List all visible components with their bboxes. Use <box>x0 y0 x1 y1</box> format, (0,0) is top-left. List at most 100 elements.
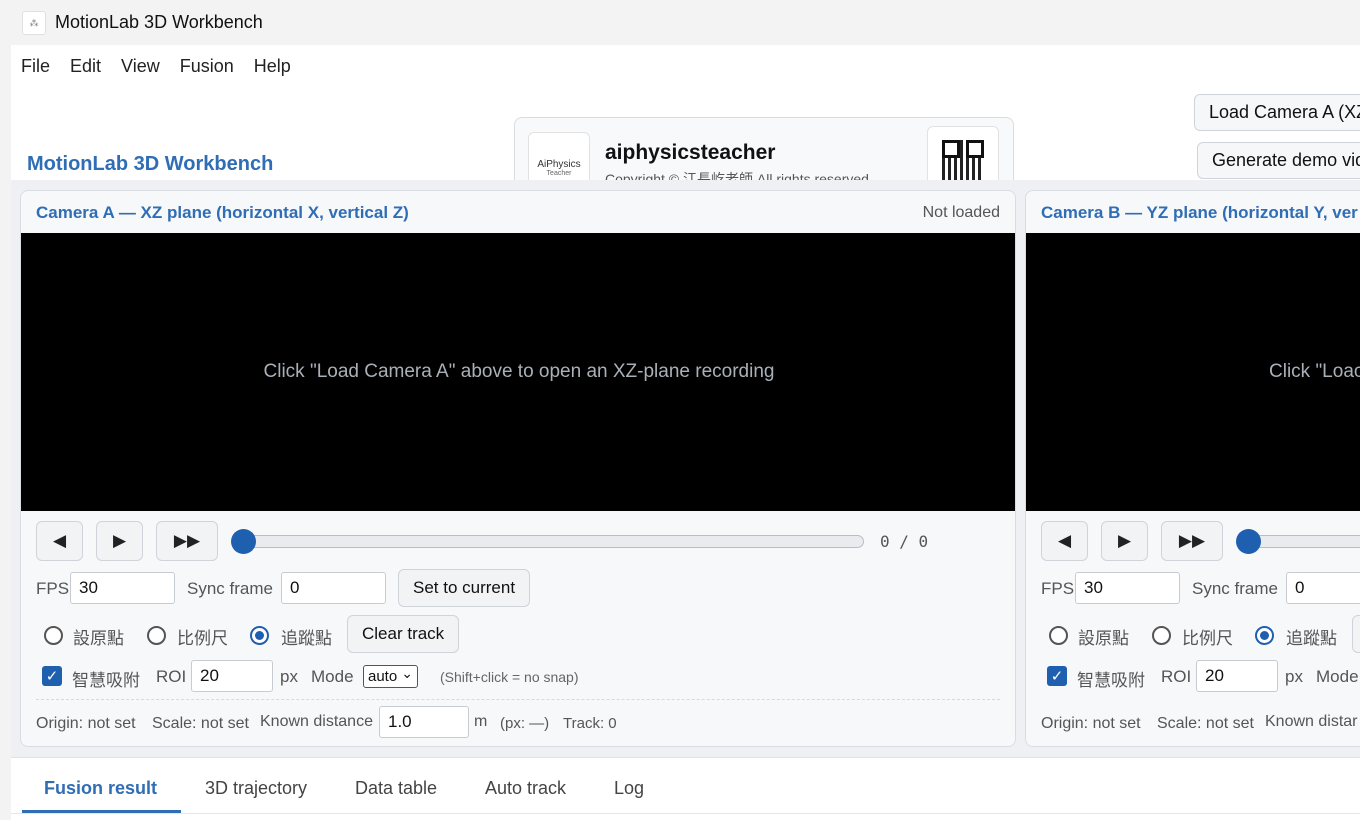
set-to-current-button[interactable]: Set to current <box>398 569 531 607</box>
camera-b-mode-track-label: 追蹤點 <box>1286 629 1337 648</box>
menu-fusion[interactable]: Fusion <box>170 56 244 77</box>
snap-mode-label: Mode <box>311 667 354 686</box>
camera-b-sync-frame-input[interactable]: 0 <box>1286 572 1360 604</box>
generate-demo-button[interactable]: Generate demo vid <box>1197 142 1360 179</box>
prev-icon: ◀ <box>1057 531 1072 550</box>
known-distance-input[interactable]: 1.0 <box>379 706 469 738</box>
smart-snap-checkbox[interactable]: ✓ <box>42 666 62 686</box>
camera-b-scale-status: Scale: not set <box>1157 715 1254 732</box>
px-readout: (px: —) <box>500 715 550 732</box>
menu-view[interactable]: View <box>111 56 170 77</box>
mode-scale-label: 比例尺 <box>177 629 228 648</box>
menu-edit[interactable]: Edit <box>60 56 111 77</box>
tab-3d-trajectory[interactable]: 3D trajectory <box>205 778 307 799</box>
known-distance-label: Known distance <box>260 713 373 730</box>
fps-label: FPS <box>36 579 70 598</box>
window-edge <box>0 45 11 820</box>
camera-b-mode-origin-label: 設原點 <box>1078 629 1129 648</box>
menu-bar: File Edit View Fusion Help <box>11 45 1360 87</box>
window-title: MotionLab 3D Workbench <box>55 12 263 32</box>
smart-snap-label: 智慧吸附 <box>72 671 140 690</box>
brand-copyright: Copyright © 江長屹老師 All rights reserved <box>605 171 869 180</box>
camera-a-status: Not loaded <box>922 204 1000 221</box>
camera-b-video[interactable]: Click "Loac <box>1026 233 1360 511</box>
mode-origin-label: 設原點 <box>73 629 124 648</box>
camera-a-title: Camera A — XZ plane (horizontal X, verti… <box>36 203 409 222</box>
camera-b-snap-mode-label: Mode <box>1316 667 1359 686</box>
camera-a-video[interactable]: Click "Load Camera A" above to open an X… <box>21 233 1015 511</box>
camera-a-video-hint: Click "Load Camera A" above to open an X… <box>263 361 775 382</box>
camera-b-frame-slider-thumb[interactable] <box>1236 529 1261 554</box>
camera-b-clear-track-button[interactable] <box>1352 615 1360 653</box>
play-button[interactable]: ▶ <box>96 521 143 561</box>
camera-b-video-hint: Click "Loac <box>1269 361 1360 382</box>
camera-b-mode-origin-radio[interactable] <box>1049 626 1068 645</box>
camera-b-origin-status: Origin: not set <box>1041 715 1141 732</box>
frame-counter: 0 / 0 <box>880 532 929 551</box>
clear-track-button[interactable]: Clear track <box>347 615 460 653</box>
camera-b-title: Camera B — YZ plane (horizontal Y, ver <box>1041 203 1358 222</box>
mode-track-label: 追蹤點 <box>281 629 332 648</box>
brand-card: AiPhysics Teacher aiphysicsteacher Copyr… <box>514 117 1014 180</box>
sync-frame-label: Sync frame <box>187 579 273 598</box>
mode-origin-radio[interactable] <box>44 626 63 645</box>
app-logo-icon: ⁂ <box>22 11 46 35</box>
next-frame-button[interactable]: ▶▶ <box>156 521 218 561</box>
menu-file[interactable]: File <box>11 56 60 77</box>
camera-a-panel: Camera A — XZ plane (horizontal X, verti… <box>20 190 1016 747</box>
brand-name: aiphysicsteacher <box>605 141 776 164</box>
camera-b-mode-track-radio[interactable] <box>1255 626 1274 645</box>
camera-b-smart-snap-checkbox[interactable]: ✓ <box>1047 666 1067 686</box>
track-count: Track: 0 <box>563 715 617 732</box>
camera-b-roi-unit-label: px <box>1285 667 1303 686</box>
play-icon: ▶ <box>1117 531 1132 550</box>
main-area: Camera A — XZ plane (horizontal X, verti… <box>11 180 1360 757</box>
mode-scale-radio[interactable] <box>147 626 166 645</box>
qr-code-icon <box>927 126 999 180</box>
camera-b-mode-scale-label: 比例尺 <box>1182 629 1233 648</box>
camera-b-next-frame-button[interactable]: ▶▶ <box>1161 521 1223 561</box>
camera-b-play-button[interactable]: ▶ <box>1101 521 1148 561</box>
tabs-divider <box>11 813 1360 814</box>
prev-frame-button[interactable]: ◀ <box>36 521 83 561</box>
play-icon: ▶ <box>112 531 127 550</box>
roi-input[interactable]: 20 <box>191 660 273 692</box>
camera-b-smart-snap-label: 智慧吸附 <box>1077 671 1145 690</box>
sync-frame-input[interactable]: 0 <box>281 572 386 604</box>
camera-b-roi-input[interactable]: 20 <box>1196 660 1278 692</box>
snap-mode-select[interactable]: auto ⌄ <box>363 665 418 688</box>
fps-input[interactable]: 30 <box>70 572 175 604</box>
brand-logo: AiPhysics Teacher <box>528 132 590 180</box>
tab-auto-track[interactable]: Auto track <box>485 778 566 799</box>
app-header: MotionLab 3D Workbench AiPhysics Teacher… <box>11 87 1360 180</box>
result-tabs: Fusion result 3D trajectory Data table A… <box>11 757 1360 820</box>
tab-fusion-result[interactable]: Fusion result <box>44 778 157 799</box>
fast-forward-icon: ▶▶ <box>1178 531 1206 550</box>
prev-icon: ◀ <box>52 531 67 550</box>
section-divider <box>36 699 1000 700</box>
camera-b-mode-scale-radio[interactable] <box>1152 626 1171 645</box>
mode-track-radio[interactable] <box>250 626 269 645</box>
camera-b-fps-input[interactable]: 30 <box>1075 572 1180 604</box>
brand-logo-line1: AiPhysics <box>537 159 581 170</box>
brand-logo-line2: Teacher <box>546 170 572 177</box>
menu-help[interactable]: Help <box>244 56 301 77</box>
scale-status: Scale: not set <box>152 715 249 732</box>
origin-status: Origin: not set <box>36 715 136 732</box>
roi-label: ROI <box>156 667 187 686</box>
camera-b-prev-frame-button[interactable]: ◀ <box>1041 521 1088 561</box>
snap-hint: (Shift+click = no snap) <box>440 669 579 685</box>
camera-b-roi-label: ROI <box>1161 667 1192 686</box>
page-title: MotionLab 3D Workbench <box>27 153 274 175</box>
roi-unit-label: px <box>280 667 298 686</box>
tab-data-table[interactable]: Data table <box>355 778 437 799</box>
fast-forward-icon: ▶▶ <box>173 531 201 550</box>
camera-b-fps-label: FPS <box>1041 579 1075 598</box>
frame-slider-thumb[interactable] <box>231 529 256 554</box>
tab-log[interactable]: Log <box>614 778 644 799</box>
snap-mode-value: auto <box>368 668 398 685</box>
load-camera-a-button[interactable]: Load Camera A (XZ <box>1194 94 1360 131</box>
chevron-down-icon: ⌄ <box>401 665 413 681</box>
frame-slider[interactable] <box>234 535 864 548</box>
camera-b-known-distance-label: Known distar <box>1265 713 1358 730</box>
